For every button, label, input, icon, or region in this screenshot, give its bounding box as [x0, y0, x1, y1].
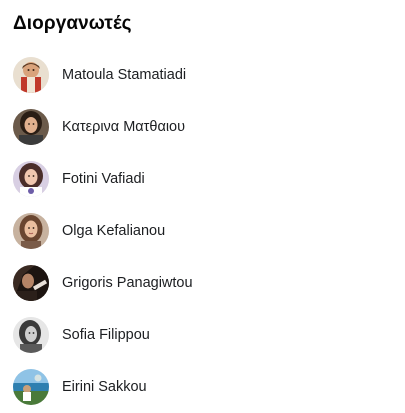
organizers-list: Matoula Stamatiadi Κατερινα Ματθαιου Fot… [0, 49, 405, 413]
organizer-row[interactable]: Olga Kefalianou [0, 205, 405, 257]
section-title: Διοργανωτές [13, 13, 132, 34]
avatar[interactable] [13, 317, 49, 353]
organizer-name[interactable]: Grigoris Panagiwtou [62, 275, 193, 291]
avatar[interactable] [13, 265, 49, 301]
organizer-row[interactable]: Grigoris Panagiwtou [0, 257, 405, 309]
avatar[interactable] [13, 109, 49, 145]
person-photo-icon [13, 317, 49, 353]
avatar[interactable] [13, 213, 49, 249]
organizer-name[interactable]: Κατερινα Ματθαιου [62, 119, 185, 135]
organizer-row[interactable]: Matoula Stamatiadi [0, 49, 405, 101]
avatar[interactable] [13, 369, 49, 405]
person-photo-icon [13, 161, 49, 197]
person-photo-icon [13, 265, 49, 301]
organizer-row[interactable]: Sofia Filippou [0, 309, 405, 361]
avatar[interactable] [13, 161, 49, 197]
organizer-row[interactable]: Κατερινα Ματθαιου [0, 101, 405, 153]
person-photo-icon [13, 213, 49, 249]
organizer-row[interactable]: Eirini Sakkou [0, 361, 405, 413]
organizer-name[interactable]: Fotini Vafiadi [62, 171, 145, 187]
person-photo-icon [13, 369, 49, 405]
organizer-row[interactable]: Fotini Vafiadi [0, 153, 405, 205]
organizer-name[interactable]: Matoula Stamatiadi [62, 67, 186, 83]
person-photo-icon [13, 57, 49, 93]
organizer-name[interactable]: Eirini Sakkou [62, 379, 147, 395]
avatar[interactable] [13, 57, 49, 93]
person-photo-icon [13, 109, 49, 145]
organizer-name[interactable]: Olga Kefalianou [62, 223, 165, 239]
organizers-panel: Διοργανωτές Matoula Stamatiadi Κατερινα … [0, 0, 405, 406]
organizer-name[interactable]: Sofia Filippou [62, 327, 150, 343]
